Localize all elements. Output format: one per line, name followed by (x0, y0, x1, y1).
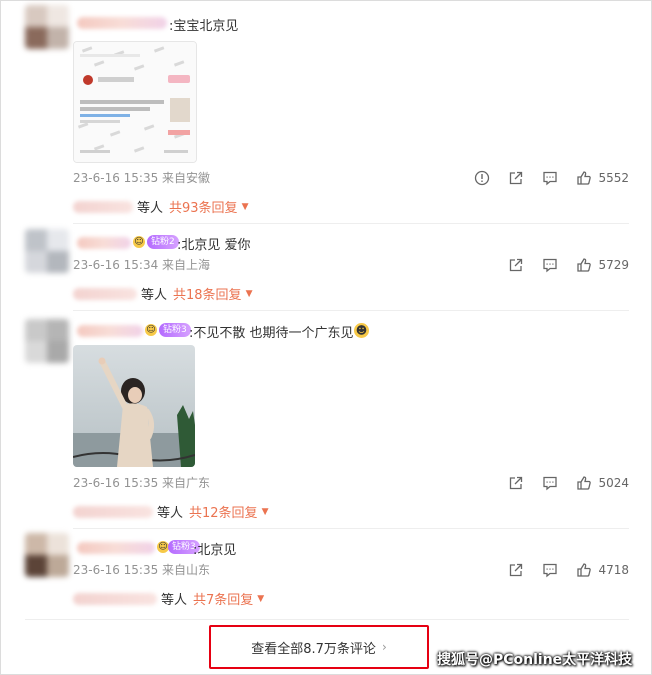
username[interactable] (77, 542, 155, 554)
comment-actions: 5552 (474, 169, 629, 187)
comment-icon[interactable] (542, 475, 558, 491)
laughing-emoji-icon: ☻ (354, 323, 369, 338)
like-count: 5552 (598, 171, 629, 185)
like-button[interactable]: 5024 (576, 475, 629, 491)
reply-summary[interactable]: 等人 共12条回复 ▼ (73, 502, 268, 521)
share-icon[interactable] (508, 562, 524, 578)
like-button[interactable]: 5552 (576, 170, 629, 186)
reply-usernames (73, 287, 137, 300)
avatar[interactable] (25, 5, 69, 49)
comment-panel: :宝宝北京见 23-6-16 15:35 来自安徽 5552 等人 共93条回复… (0, 0, 652, 675)
comment-meta: 23-6-16 15:35 来自广东 (73, 476, 211, 490)
caret-down-icon[interactable]: ▼ (242, 202, 249, 212)
comment-meta: 23-6-16 15:35 来自山东 (73, 563, 211, 577)
like-button[interactable]: 5729 (576, 257, 629, 273)
comment-icon[interactable] (542, 257, 558, 273)
comment-image[interactable] (73, 41, 197, 163)
divider (73, 223, 629, 224)
reply-people-label: 等人 (157, 506, 184, 521)
avatar[interactable] (25, 533, 69, 577)
divider (73, 528, 629, 529)
chevron-right-icon: › (381, 640, 387, 654)
caret-down-icon[interactable]: ▼ (262, 507, 269, 517)
screenshot-image (74, 42, 196, 162)
report-icon[interactable] (474, 170, 490, 186)
username[interactable] (77, 325, 143, 337)
comment-text: :北京见 爱你 (177, 238, 251, 253)
avatar[interactable] (25, 319, 69, 363)
highlight-box: 查看全部8.7万条评论 › (209, 625, 429, 669)
reply-count[interactable]: 共18条回复 (173, 284, 242, 303)
like-button[interactable]: 4718 (576, 562, 629, 578)
divider (25, 619, 629, 620)
username[interactable] (77, 237, 131, 249)
reply-usernames (73, 592, 157, 605)
comment-icon[interactable] (542, 170, 558, 186)
username[interactable] (77, 17, 167, 29)
share-icon[interactable] (508, 475, 524, 491)
fan-badge-icon: ☺ (133, 236, 145, 248)
comment-text: :不见不散 也期待一个广东见 (189, 326, 354, 341)
comment-actions: 5729 (508, 256, 629, 274)
reply-count[interactable]: 共12条回复 (189, 502, 258, 521)
comment-meta: 23-6-16 15:35 来自安徽 (73, 171, 211, 185)
like-icon (577, 476, 592, 490)
reply-people-label: 等人 (137, 201, 164, 216)
reply-count[interactable]: 共7条回复 (193, 589, 253, 608)
reply-summary[interactable]: 等人 共7条回复 ▼ (73, 589, 264, 608)
avatar[interactable] (25, 229, 69, 273)
like-icon (577, 258, 592, 272)
view-all-label: 查看全部8.7万条评论 (251, 641, 376, 657)
comment-text: :北京见 (193, 543, 237, 558)
fan-badge: 钻粉3 (159, 323, 191, 337)
photo-image (73, 345, 195, 467)
comment-icon[interactable] (542, 562, 558, 578)
like-count: 5024 (598, 476, 629, 490)
like-count: 4718 (598, 563, 629, 577)
like-icon (577, 563, 592, 577)
fan-badge-icon: ☺ (145, 324, 157, 336)
fan-badge: 钻粉2 (147, 235, 179, 249)
caret-down-icon[interactable]: ▼ (257, 594, 264, 604)
reply-usernames (73, 200, 133, 213)
caret-down-icon[interactable]: ▼ (246, 289, 253, 299)
reply-summary[interactable]: 等人 共93条回复 ▼ (73, 197, 248, 216)
share-icon[interactable] (508, 170, 524, 186)
reply-people-label: 等人 (141, 288, 168, 303)
reply-usernames (73, 505, 153, 518)
like-count: 5729 (598, 258, 629, 272)
watermark: 搜狐号@PConline太平洋科技 (437, 652, 633, 668)
comment-actions: 4718 (508, 561, 629, 579)
reply-people-label: 等人 (161, 593, 188, 608)
comment-text: :宝宝北京见 (169, 19, 239, 34)
reply-summary[interactable]: 等人 共18条回复 ▼ (73, 284, 252, 303)
like-icon (577, 171, 592, 185)
comment-photo[interactable] (73, 345, 195, 467)
comment-actions: 5024 (508, 474, 629, 492)
reply-count[interactable]: 共93条回复 (169, 197, 238, 216)
view-all-comments-button[interactable]: 查看全部8.7万条评论 › (211, 627, 427, 667)
comment-meta: 23-6-16 15:34 来自上海 (73, 258, 211, 272)
share-icon[interactable] (508, 257, 524, 273)
divider (73, 310, 629, 311)
